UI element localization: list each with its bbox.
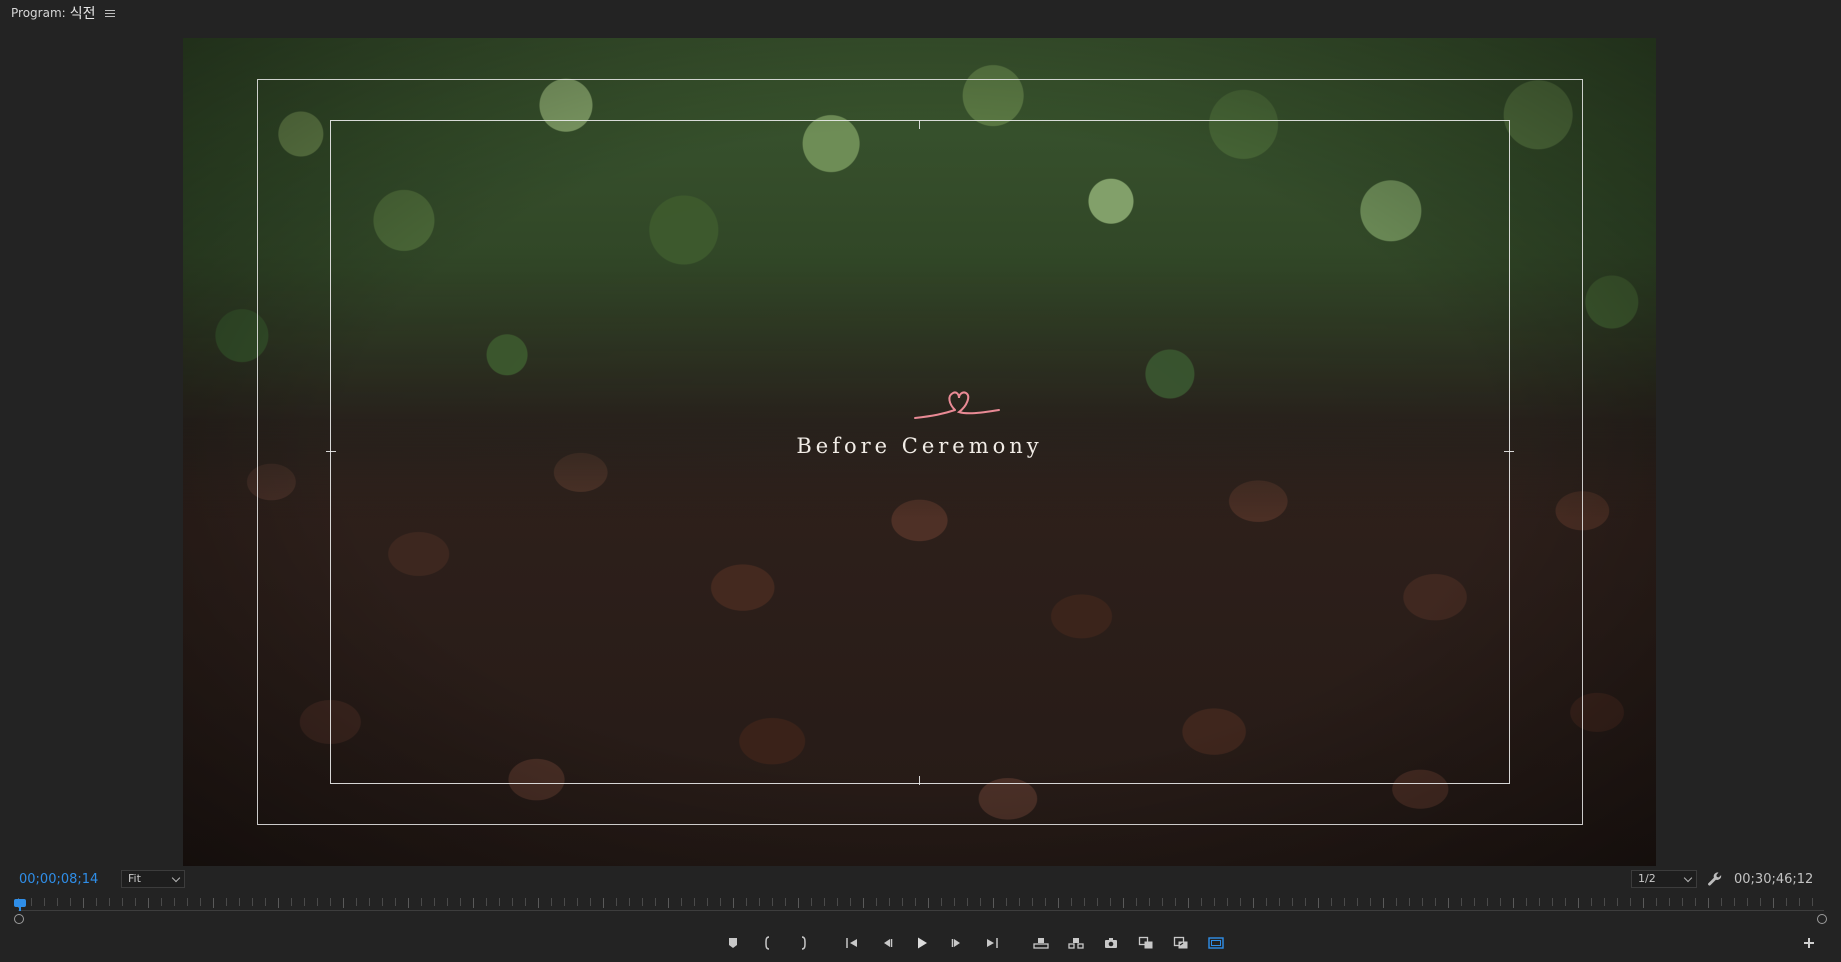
sequence-name[interactable]: 식전 bbox=[70, 3, 96, 23]
add-marker-button[interactable] bbox=[720, 930, 746, 956]
panel-title-prefix: Program: bbox=[11, 6, 66, 20]
plus-icon[interactable] bbox=[1802, 936, 1816, 950]
proxy-toggle-icon bbox=[1173, 936, 1188, 949]
proxy-toggle-button[interactable] bbox=[1168, 930, 1194, 956]
mark-out-icon bbox=[801, 936, 806, 950]
wrench-icon[interactable] bbox=[1706, 870, 1724, 888]
camera-icon bbox=[1105, 938, 1117, 948]
extract-button[interactable] bbox=[1063, 930, 1089, 956]
go-to-in-icon bbox=[846, 938, 857, 948]
step-forward-icon bbox=[951, 939, 960, 947]
go-to-in-button[interactable] bbox=[839, 930, 865, 956]
center-tick-bottom bbox=[919, 776, 920, 785]
mark-in-icon bbox=[765, 936, 770, 950]
comparison-view-button[interactable] bbox=[1133, 930, 1159, 956]
panel-header: Program: 식전 bbox=[0, 0, 1841, 26]
safe-margins-icon bbox=[1208, 937, 1224, 949]
hamburger-menu-icon[interactable] bbox=[105, 9, 116, 18]
step-back-icon bbox=[884, 939, 893, 947]
play-icon bbox=[918, 937, 927, 949]
chevron-down-icon bbox=[1683, 873, 1693, 883]
play-button[interactable] bbox=[909, 930, 935, 956]
safe-margins-toggle-button[interactable] bbox=[1203, 930, 1229, 956]
time-ruler[interactable] bbox=[18, 898, 1824, 918]
program-monitor-panel: Program: 식전 Before Ceremony 00;00;08;14 … bbox=[0, 0, 1841, 962]
lift-icon bbox=[1033, 938, 1049, 949]
zoom-scroll-end-handle[interactable] bbox=[1817, 914, 1827, 924]
playhead-handle[interactable] bbox=[14, 899, 26, 911]
mark-in-button[interactable] bbox=[755, 930, 781, 956]
extract-icon bbox=[1068, 938, 1084, 949]
program-video-frame[interactable]: Before Ceremony bbox=[183, 38, 1656, 866]
zoom-level-value: Fit bbox=[128, 872, 141, 885]
comparison-view-icon bbox=[1138, 936, 1153, 949]
chevron-down-icon bbox=[171, 873, 181, 883]
go-to-out-icon bbox=[987, 938, 998, 948]
mark-out-button[interactable] bbox=[790, 930, 816, 956]
step-back-button[interactable] bbox=[874, 930, 900, 956]
video-title-text: Before Ceremony bbox=[796, 434, 1043, 458]
ruler-major-ticks bbox=[18, 898, 1824, 908]
sequence-duration-timecode: 00;30;46;12 bbox=[1734, 872, 1814, 887]
lift-button[interactable] bbox=[1028, 930, 1054, 956]
heart-icon bbox=[914, 391, 1000, 419]
zoom-scroll-start-handle[interactable] bbox=[14, 914, 24, 924]
playback-resolution-value: 1/2 bbox=[1638, 872, 1656, 885]
zoom-level-select[interactable]: Fit bbox=[121, 870, 185, 888]
add-marker-icon bbox=[729, 938, 737, 948]
playhead-timecode[interactable]: 00;00;08;14 bbox=[19, 872, 98, 887]
step-forward-button[interactable] bbox=[944, 930, 970, 956]
playback-resolution-select[interactable]: 1/2 bbox=[1631, 870, 1697, 888]
go-to-out-button[interactable] bbox=[979, 930, 1005, 956]
export-frame-button[interactable] bbox=[1098, 930, 1124, 956]
transport-controls bbox=[720, 930, 1238, 956]
ruler-track bbox=[18, 910, 1824, 911]
center-tick-top bbox=[919, 120, 920, 129]
